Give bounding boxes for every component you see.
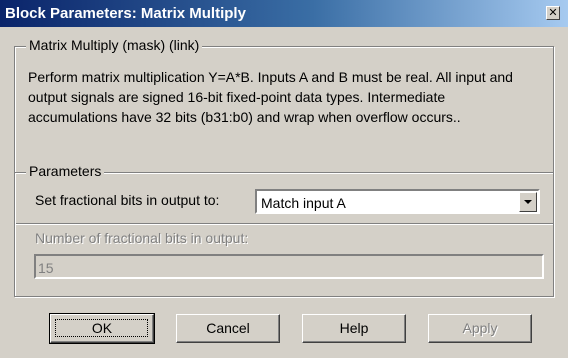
ok-button-label: OK [91,320,113,336]
parameters-legend: Parameters [26,163,105,180]
help-button-label: Help [339,320,369,336]
fractional-bits-label: Set fractional bits in output to: [35,192,220,208]
num-fractional-bits-value: 15 [38,260,54,276]
window-title: Block Parameters: Matrix Multiply [5,5,246,22]
chevron-down-icon [524,200,532,204]
cancel-button-label: Cancel [206,320,250,336]
num-fractional-bits-label: Number of fractional bits in output: [35,230,249,246]
block-parameters-dialog: Block Parameters: Matrix Multiply ✕ Matr… [0,0,568,358]
ok-button[interactable]: OK [49,313,155,344]
mask-description-text: Perform matrix multiplication Y=A*B. Inp… [28,69,513,125]
apply-button[interactable]: Apply [428,314,532,343]
parameters-group: Parameters Set fractional bits in output… [14,163,554,297]
fractional-bits-select[interactable]: Match input A [255,189,540,214]
mask-group-legend: Matrix Multiply (mask) (link) [26,37,203,54]
fractional-bits-selected-value: Match input A [261,195,346,211]
num-fractional-bits-field[interactable]: 15 [34,254,544,279]
help-button[interactable]: Help [302,314,406,343]
cancel-button[interactable]: Cancel [176,314,280,343]
apply-button-label: Apply [462,320,498,336]
close-button[interactable]: ✕ [546,6,560,20]
dropdown-button[interactable] [519,192,537,212]
title-bar[interactable]: Block Parameters: Matrix Multiply ✕ [0,0,568,27]
close-icon: ✕ [548,6,558,19]
